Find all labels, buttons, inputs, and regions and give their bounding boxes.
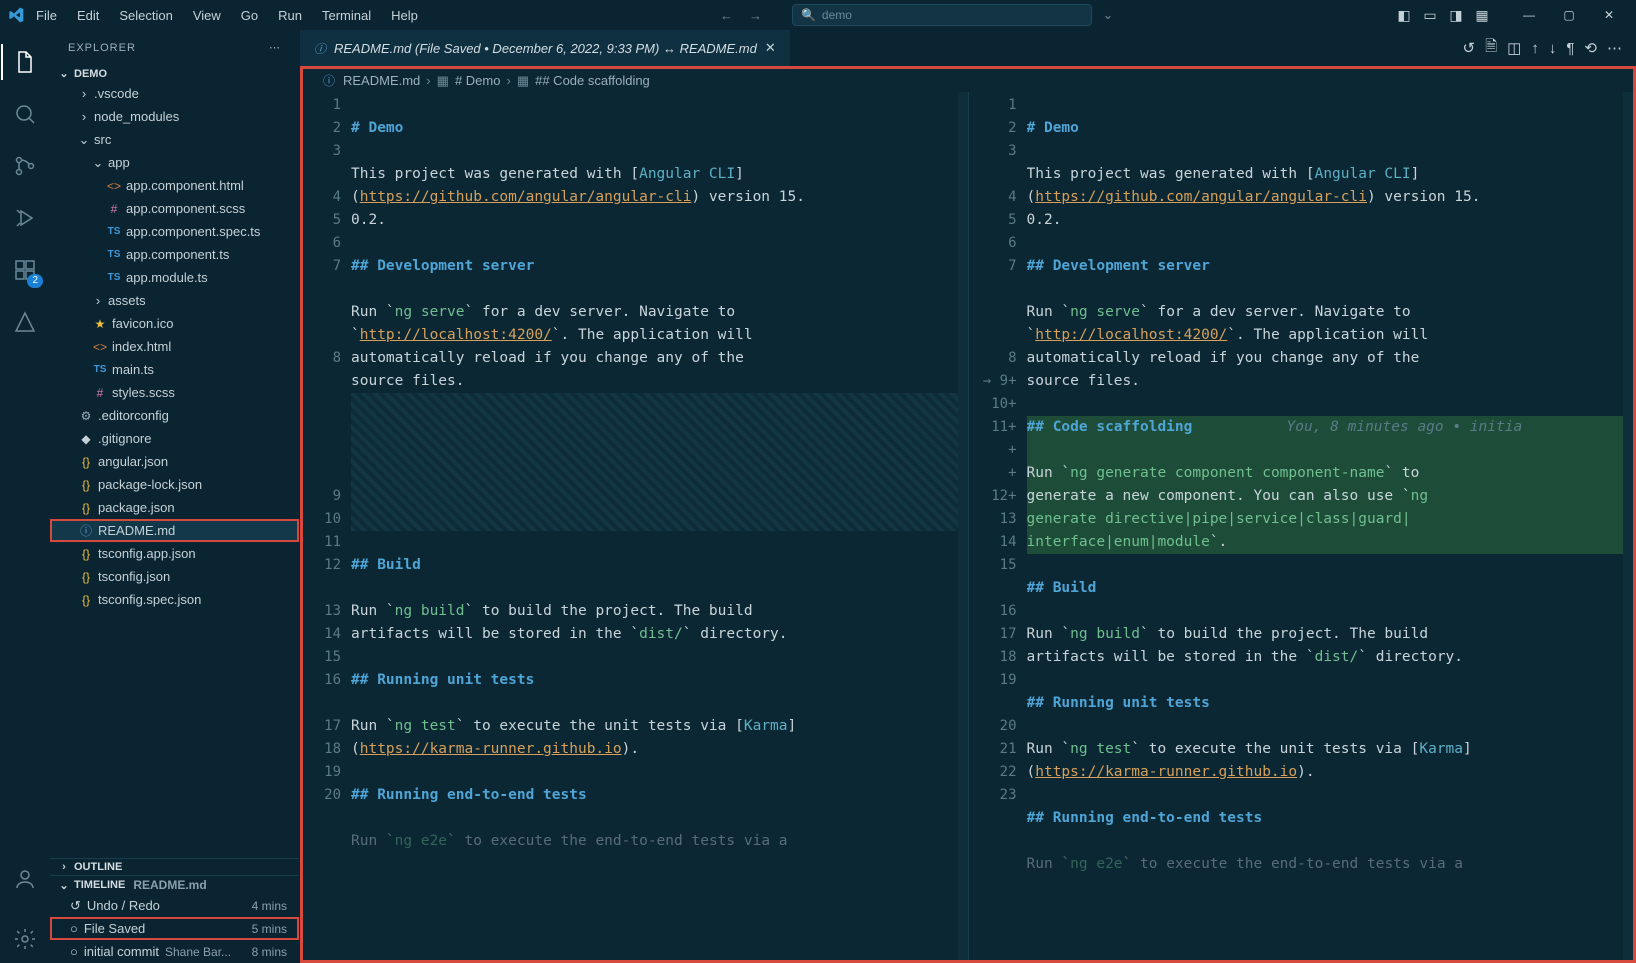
- timeline-commit[interactable]: ○ initial commit Shane Bar... 8 mins: [50, 940, 299, 963]
- commit-icon: ○: [70, 944, 78, 959]
- arrow-down-icon[interactable]: ↓: [1549, 40, 1557, 57]
- timeline-file-saved[interactable]: ○ File Saved 5 mins: [50, 917, 299, 940]
- deleted-region: [351, 393, 958, 531]
- activitybar: 2: [0, 30, 50, 963]
- more-actions-icon[interactable]: ⋯: [1607, 39, 1622, 57]
- menu-help[interactable]: Help: [383, 4, 426, 27]
- folder-root[interactable]: ⌄ DEMO: [50, 65, 299, 82]
- gitlens-blame: You, 8 minutes ago • initia: [1287, 416, 1523, 439]
- window-close-icon[interactable]: ✕: [1590, 1, 1628, 29]
- breadcrumb[interactable]: ⓘ README.md › ▦ # Demo › ▦ ## Code scaff…: [300, 66, 1636, 92]
- chevron-down-icon: ⌄: [58, 67, 70, 80]
- timeline-undo[interactable]: ↺ Undo / Redo 4 mins: [50, 894, 299, 917]
- editor-area: ⓘ README.md (File Saved • December 6, 20…: [300, 30, 1636, 963]
- nav-back-icon[interactable]: ←: [714, 4, 739, 27]
- file-editorconfig[interactable]: ⚙.editorconfig: [50, 404, 299, 427]
- sidebar: EXPLORER ⋯ ⌄ DEMO ›.vscode ›node_modules…: [50, 30, 300, 963]
- file-favicon[interactable]: ★favicon.ico: [50, 312, 299, 335]
- undo-icon: ↺: [70, 898, 81, 914]
- activity-account-icon[interactable]: [1, 855, 49, 903]
- activity-settings-icon[interactable]: [1, 915, 49, 963]
- folder-src[interactable]: ⌄src: [50, 128, 299, 151]
- history-icon[interactable]: ↺: [1463, 39, 1476, 57]
- timeline-section[interactable]: ⌄TIMELINE README.md: [50, 876, 299, 894]
- explorer-more-icon[interactable]: ⋯: [269, 41, 281, 54]
- menu-view[interactable]: View: [185, 4, 229, 27]
- file-angular-json[interactable]: {}angular.json: [50, 450, 299, 473]
- split-icon[interactable]: ◫: [1507, 39, 1521, 57]
- file-main-ts[interactable]: TSmain.ts: [50, 358, 299, 381]
- file-index[interactable]: <>index.html: [50, 335, 299, 358]
- layout-panel-icon[interactable]: ▭: [1420, 5, 1440, 25]
- file-app-html[interactable]: <>app.component.html: [50, 174, 299, 197]
- layout-sidebar-right-icon[interactable]: ◨: [1446, 5, 1466, 25]
- diff-editor: 1234567891011121314151617181920 # Demo T…: [300, 92, 1636, 963]
- activity-debug-icon[interactable]: [1, 194, 49, 242]
- activity-search-icon[interactable]: [1, 90, 49, 138]
- activity-scm-icon[interactable]: [1, 142, 49, 190]
- nav-history: ← →: [694, 4, 788, 27]
- window-maximize-icon[interactable]: ▢: [1550, 1, 1588, 29]
- folder-node-modules[interactable]: ›node_modules: [50, 105, 299, 128]
- file-styles[interactable]: #styles.scss: [50, 381, 299, 404]
- file-app-scss[interactable]: #app.component.scss: [50, 197, 299, 220]
- menu-terminal[interactable]: Terminal: [314, 4, 379, 27]
- open-file-icon[interactable]: 🗎: [1485, 36, 1497, 61]
- folder-assets[interactable]: ›assets: [50, 289, 299, 312]
- arrow-up-icon[interactable]: ↑: [1531, 40, 1539, 57]
- file-app-spec[interactable]: TSapp.component.spec.ts: [50, 220, 299, 243]
- file-icon: ⓘ: [321, 72, 337, 89]
- window-minimize-icon[interactable]: —: [1510, 1, 1548, 29]
- titlebar: File Edit Selection View Go Run Terminal…: [0, 0, 1636, 30]
- menu-edit[interactable]: Edit: [69, 4, 107, 27]
- search-icon: 🔍: [801, 8, 816, 22]
- file-tsconfig[interactable]: {}tsconfig.json: [50, 565, 299, 588]
- file-app-module[interactable]: TSapp.module.ts: [50, 266, 299, 289]
- outline-section[interactable]: ›OUTLINE: [50, 859, 299, 875]
- save-icon: ○: [70, 921, 78, 936]
- menu-file[interactable]: File: [28, 4, 65, 27]
- activity-explorer-icon[interactable]: [1, 38, 49, 86]
- search-text: demo: [822, 8, 852, 22]
- diff-right-pane[interactable]: 12345678→ 9+ 10+ 11+ + + 12+131415161718…: [968, 92, 1634, 960]
- command-center-search[interactable]: 🔍 demo: [792, 4, 1092, 26]
- menu-go[interactable]: Go: [233, 4, 266, 27]
- diff-left-pane[interactable]: 1234567891011121314151617181920 # Demo T…: [303, 92, 968, 960]
- search-dropdown-icon[interactable]: ⌄: [1096, 7, 1120, 23]
- code-right: # Demo This project was generated with […: [1027, 92, 1624, 960]
- close-tab-icon[interactable]: ✕: [763, 40, 778, 56]
- nav-forward-icon[interactable]: →: [743, 4, 768, 27]
- menu-run[interactable]: Run: [270, 4, 310, 27]
- file-app-ts[interactable]: TSapp.component.ts: [50, 243, 299, 266]
- vscode-logo-icon: [8, 7, 24, 23]
- file-tsconfig-app[interactable]: {}tsconfig.app.json: [50, 542, 299, 565]
- folder-vscode[interactable]: ›.vscode: [50, 82, 299, 105]
- activity-extensions-icon[interactable]: 2: [1, 246, 49, 294]
- file-tsconfig-spec[interactable]: {}tsconfig.spec.json: [50, 588, 299, 611]
- file-pkglock[interactable]: {}package-lock.json: [50, 473, 299, 496]
- explorer-title: EXPLORER: [68, 42, 136, 54]
- revert-icon[interactable]: ⟲: [1584, 39, 1597, 57]
- whitespace-icon[interactable]: ¶: [1566, 40, 1574, 57]
- file-readme[interactable]: ⓘREADME.md: [50, 519, 299, 542]
- file-gitignore[interactable]: ◆.gitignore: [50, 427, 299, 450]
- file-pkg[interactable]: {}package.json: [50, 496, 299, 519]
- folder-app[interactable]: ⌄app: [50, 151, 299, 174]
- timeline-context: README.md: [133, 878, 206, 892]
- tab-readme-diff[interactable]: ⓘ README.md (File Saved • December 6, 20…: [300, 30, 791, 66]
- activity-azure-icon[interactable]: [1, 298, 49, 346]
- file-tree: ›.vscode ›node_modules ⌄src ⌄app <>app.c…: [50, 82, 299, 611]
- layout-sidebar-left-icon[interactable]: ◧: [1394, 5, 1414, 25]
- layout-customize-icon[interactable]: ▦: [1472, 5, 1492, 25]
- menu-selection[interactable]: Selection: [111, 4, 180, 27]
- tabbar: ⓘ README.md (File Saved • December 6, 20…: [300, 30, 1636, 66]
- file-icon: ⓘ: [312, 40, 328, 57]
- code-left: # Demo This project was generated with […: [351, 92, 958, 960]
- extensions-badge: 2: [27, 274, 43, 288]
